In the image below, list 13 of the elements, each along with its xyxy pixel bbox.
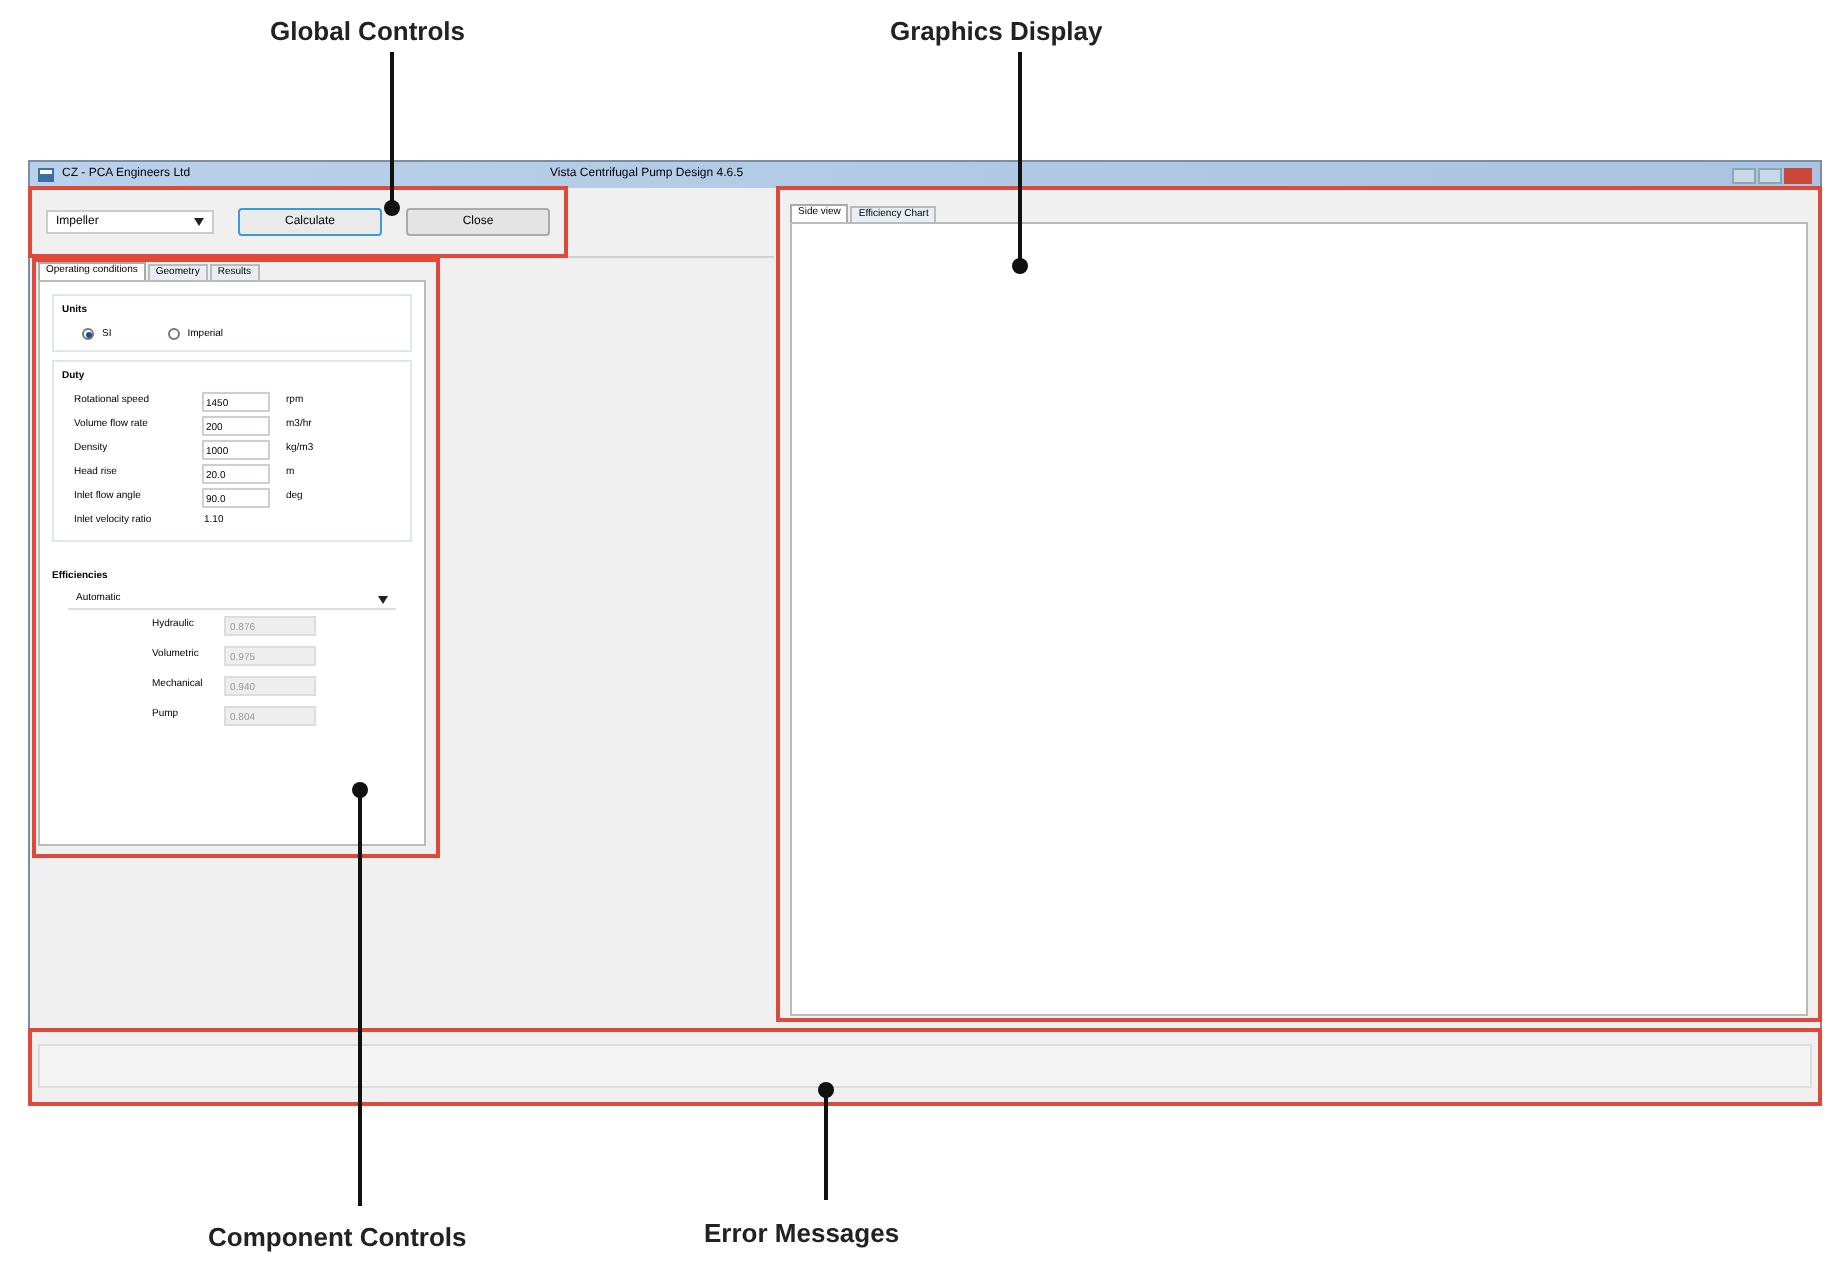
radio-button[interactable] — [167, 328, 180, 341]
callout-label: Global Controls — [270, 16, 465, 48]
leader-line — [818, 1082, 834, 1200]
caret-icon — [194, 218, 204, 226]
callout-label: Component Controls — [208, 1222, 467, 1254]
minimize-icon[interactable] — [1732, 167, 1756, 183]
maximize-icon[interactable] — [1758, 167, 1782, 183]
close-icon[interactable] — [1784, 167, 1812, 183]
caret-icon — [378, 595, 388, 603]
callout-label: Graphics Display — [890, 16, 1103, 48]
app-icon — [38, 168, 54, 182]
radio-button[interactable] — [82, 328, 94, 341]
callout-label: Error Messages — [704, 1218, 900, 1250]
